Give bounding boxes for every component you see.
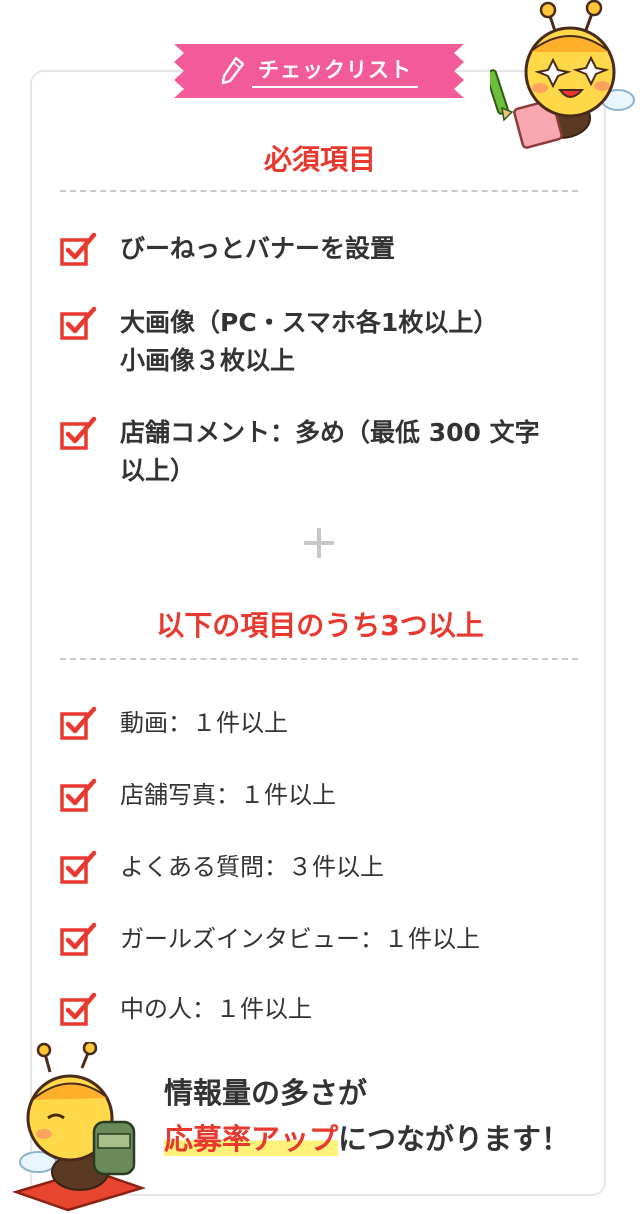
divider (60, 190, 578, 192)
ribbon-title: チェックリスト (252, 54, 418, 88)
footer-message-line2: 応募率アップにつながります！ (164, 1122, 571, 1156)
bee-mascot-reading-icon (490, 0, 635, 149)
divider (60, 658, 578, 660)
checkbox-checked-icon (60, 850, 97, 884)
checkbox-checked-icon (60, 992, 97, 1026)
plus-icon (304, 528, 334, 558)
checklist-ribbon: チェックリスト (174, 44, 464, 98)
optional-section-title: 以下の項目のうち3つ以上 (156, 609, 484, 642)
required-section-title: 必須項目 (263, 143, 376, 176)
checkbox-checked-icon (60, 416, 97, 450)
checkbox-checked-icon (60, 778, 97, 812)
checkbox-checked-icon (60, 306, 97, 340)
highlight-text: 応募率アップ (164, 1122, 339, 1156)
list-item-label: 動画：１件以上 (120, 709, 288, 737)
checkbox-checked-icon (60, 232, 97, 266)
list-item-label: 店舗コメント：多め（最低 300 文字 以上） (120, 418, 540, 485)
list-item-label: 大画像（PC・スマホ各1枚以上） 小画像３枚以上 (120, 308, 499, 375)
list-item-label: よくある質問：３件以上 (120, 853, 384, 881)
list-item-label: 店舗写真：１件以上 (120, 781, 336, 809)
list-item-label: ガールズインタビュー：１件以上 (120, 925, 480, 953)
footer-message-line1: 情報量の多さが (164, 1076, 368, 1110)
checkbox-checked-icon (60, 922, 97, 956)
pencil-icon (221, 56, 245, 85)
bee-mascot-drinking-icon (11, 1042, 147, 1212)
list-item-label: びーねっとバナーを設置 (120, 234, 396, 263)
checkbox-checked-icon (60, 706, 97, 740)
list-item-label: 中の人：１件以上 (120, 995, 312, 1023)
